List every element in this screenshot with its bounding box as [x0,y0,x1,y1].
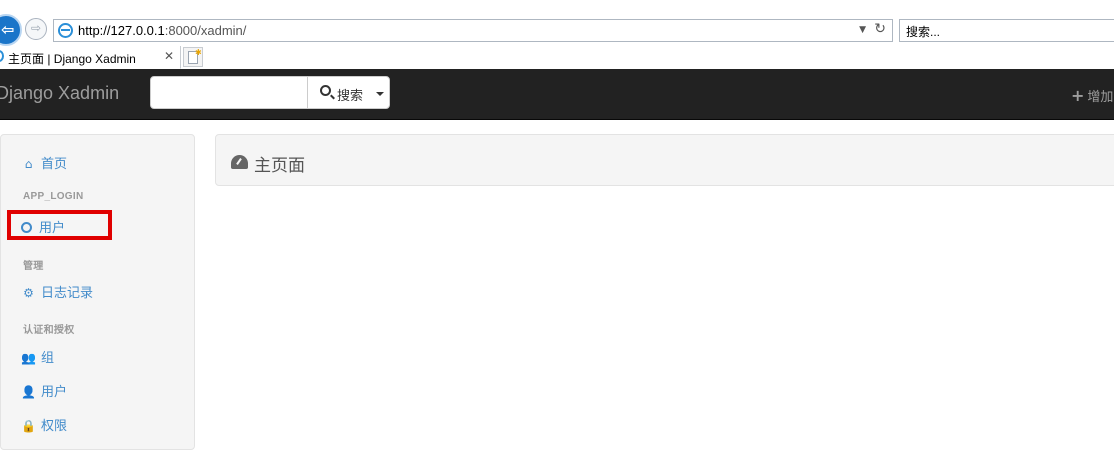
browser-search-box[interactable]: 搜索... [899,19,1114,42]
search-button-label: 搜索 [337,89,364,104]
plus-icon: + [1071,86,1085,105]
sidebar-item-label: 日志记录 [41,286,94,301]
ie-favicon-icon [0,50,4,62]
tab-title: 主页面 | Django Xadmin [8,52,136,66]
back-arrow-icon: ⇦ [1,20,15,39]
browser-toolbar: ⇦ ⇨ http://127.0.0.1:8000/xadmin/ ▼ ↻ 搜索… [0,0,1114,46]
sidebar-item-permissions[interactable]: 🔒 权限 [21,415,67,435]
sidebar-item-label: 组 [41,351,55,366]
group-icon: 👥 [21,351,36,365]
page-title: 主页面 [254,156,305,176]
sidebar-item-label: 用户 [41,385,68,400]
forward-button[interactable]: ⇨ [25,18,47,40]
sparkle-icon: ✱ [195,48,202,57]
home-icon: ⌂ [24,157,33,171]
back-button[interactable]: ⇦ [0,14,22,46]
sidebar-item-users[interactable]: 👤 用户 [21,381,67,401]
sidebar-heading-app-login: APP_LOGIN [23,191,84,202]
navbar-search-button[interactable]: 搜索 [307,76,390,109]
dropdown-arrow-icon[interactable]: ▼ [859,25,866,35]
add-label: 增加 [1087,90,1114,105]
sidebar-item-log-entries[interactable]: ⚙ 日志记录 [21,282,93,302]
user-icon: 👤 [21,385,36,399]
new-tab-button[interactable]: ✱ [183,47,203,67]
dashboard-gauge-icon [231,155,248,169]
refresh-icon[interactable]: ↻ [874,21,886,37]
sidebar-item-label: 首页 [41,157,68,172]
sidebar: ⌂ 首页 APP_LOGIN 用户 管理 ⚙ 日志记录 认证和授权 👥 组 👤 用户 🔒… [0,134,195,450]
search-icon [320,85,331,96]
sidebar-heading-manage: 管理 [23,261,44,272]
sidebar-heading-auth: 认证和授权 [23,325,75,336]
address-path: :8000/xadmin/ [164,23,247,38]
page-header: 主页面 [215,134,1114,186]
address-bar[interactable]: http://127.0.0.1:8000/xadmin/ ▼ ↻ [53,19,893,42]
tab-close-icon[interactable]: ✕ [164,49,174,63]
forward-arrow-icon: ⇨ [31,21,42,35]
browser-search-placeholder: 搜索... [906,25,941,39]
sidebar-item-groups[interactable]: 👥 组 [21,347,54,367]
highlight-box [7,210,112,240]
address-host: http://127.0.0.1 [78,23,165,38]
brand-link[interactable]: Django Xadmin [0,83,119,104]
ie-page-icon [58,23,73,38]
sidebar-item-label: 权限 [41,419,68,434]
sidebar-item-home[interactable]: ⌂ 首页 [21,153,67,173]
caret-down-icon [376,92,384,96]
browser-tab-strip: 主页面 | Django Xadmin ✕ ✱ [0,46,1114,69]
lock-icon: 🔒 [21,419,36,433]
gear-icon: ⚙ [23,286,34,300]
address-url[interactable]: http://127.0.0.1:8000/xadmin/ [78,23,246,38]
navbar-search-input[interactable] [150,76,308,109]
browser-tab[interactable]: 主页面 | Django Xadmin ✕ [0,46,181,69]
add-menu[interactable]: + 增加 [1071,86,1113,105]
